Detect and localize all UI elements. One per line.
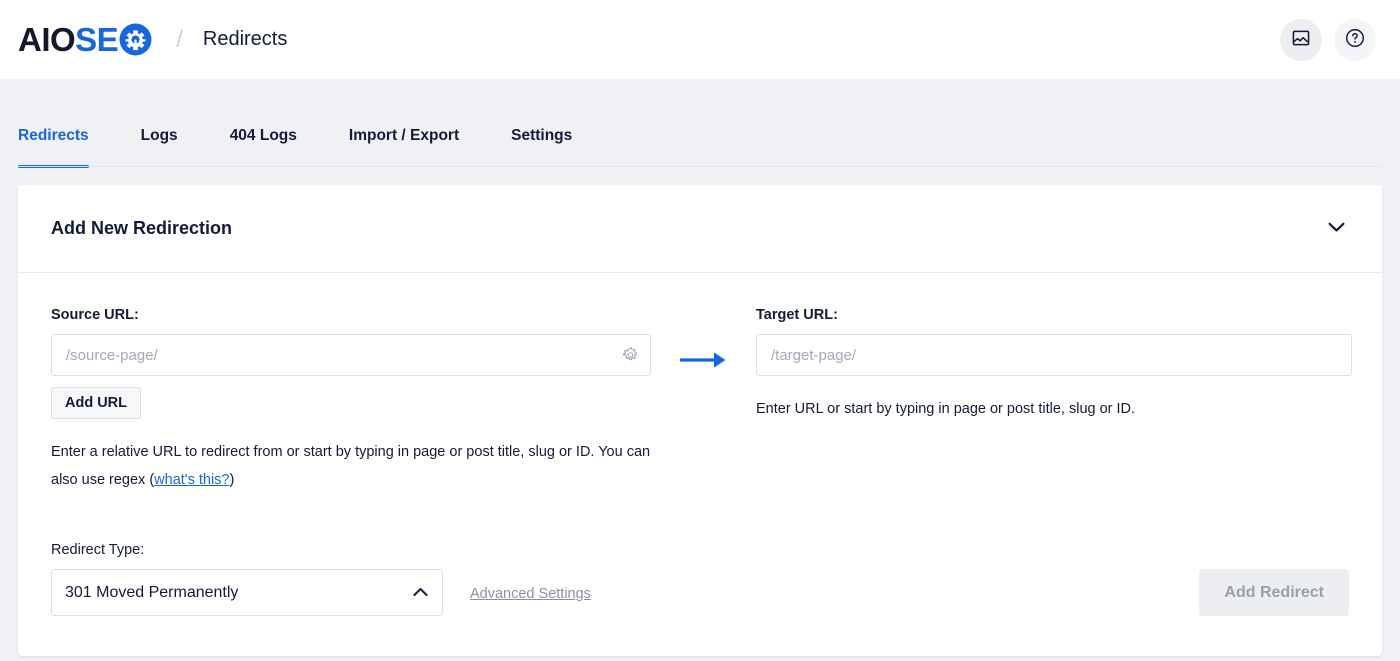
redirect-type-group: Redirect Type: 301 Moved Permanently [51,542,443,616]
logo-text-aio: AIO [18,23,75,56]
tab-bar: Redirects Logs 404 Logs Import / Export … [0,79,1400,167]
redirect-type-value: 301 Moved Permanently [65,584,413,602]
gear-icon[interactable] [622,347,639,364]
tab-list: Redirects Logs 404 Logs Import / Export … [18,79,1382,167]
advanced-settings-link[interactable]: Advanced Settings [470,586,591,602]
breadcrumb-separator: / [176,28,183,52]
tab-redirects[interactable]: Redirects [18,127,89,167]
redirect-type-label: Redirect Type: [51,542,443,558]
target-url-input[interactable] [756,334,1352,376]
source-url-help-text: Enter a relative URL to redirect from or… [51,438,651,494]
source-help-prefix: Enter a relative URL to redirect from or… [51,444,650,488]
tab-import-export[interactable]: Import / Export [349,127,459,167]
target-url-label: Target URL: [756,307,1352,323]
target-url-help-text: Enter URL or start by typing in page or … [756,395,1352,423]
source-help-suffix: ) [229,472,234,488]
header-actions [1280,19,1376,61]
page-title: Redirects [203,28,287,51]
add-redirect-button[interactable]: Add Redirect [1199,569,1349,616]
source-url-input-wrap [51,334,651,376]
redirect-arrow-wrap [651,307,756,369]
tab-404-logs[interactable]: 404 Logs [230,127,297,167]
help-button[interactable] [1334,19,1376,61]
inbox-image-icon [1292,29,1310,50]
tab-bar-divider [18,166,1382,167]
add-url-button[interactable]: Add URL [51,387,141,419]
question-circle-icon [1345,28,1365,51]
whats-this-link[interactable]: what's this? [154,472,229,488]
chevron-down-icon [1328,221,1345,236]
brand: AIO SE / Redirects [18,23,287,57]
redirect-settings-row: Redirect Type: 301 Moved Permanently Adv… [51,542,1349,616]
source-url-input[interactable] [51,334,651,376]
gear-o-icon [119,23,152,56]
tab-settings[interactable]: Settings [511,127,572,167]
notifications-button[interactable] [1280,19,1322,61]
redirect-type-select-wrap: 301 Moved Permanently [51,569,443,616]
source-url-group: Source URL: Add URL Enter a relative URL… [51,307,651,494]
tab-logs[interactable]: Logs [141,127,178,167]
redirect-type-select[interactable]: 301 Moved Permanently [51,569,443,616]
panel-body: Source URL: Add URL Enter a relative URL… [18,273,1382,656]
target-url-group: Target URL: Enter URL or start by typing… [756,307,1352,423]
target-url-input-wrap [756,334,1352,376]
chevron-up-icon [413,584,428,602]
panel-collapse-toggle[interactable] [1322,215,1350,243]
app-header: AIO SE / Redirects [0,0,1400,79]
aioseo-logo[interactable]: AIO SE [18,23,152,57]
logo-text-se: SE [75,23,118,56]
add-new-redirection-panel: Add New Redirection Source URL: [18,185,1382,656]
url-fields-row: Source URL: Add URL Enter a relative URL… [51,307,1349,494]
panel-title: Add New Redirection [51,218,232,239]
arrow-right-icon [680,351,727,369]
panel-header: Add New Redirection [18,185,1382,273]
source-url-label: Source URL: [51,307,651,323]
